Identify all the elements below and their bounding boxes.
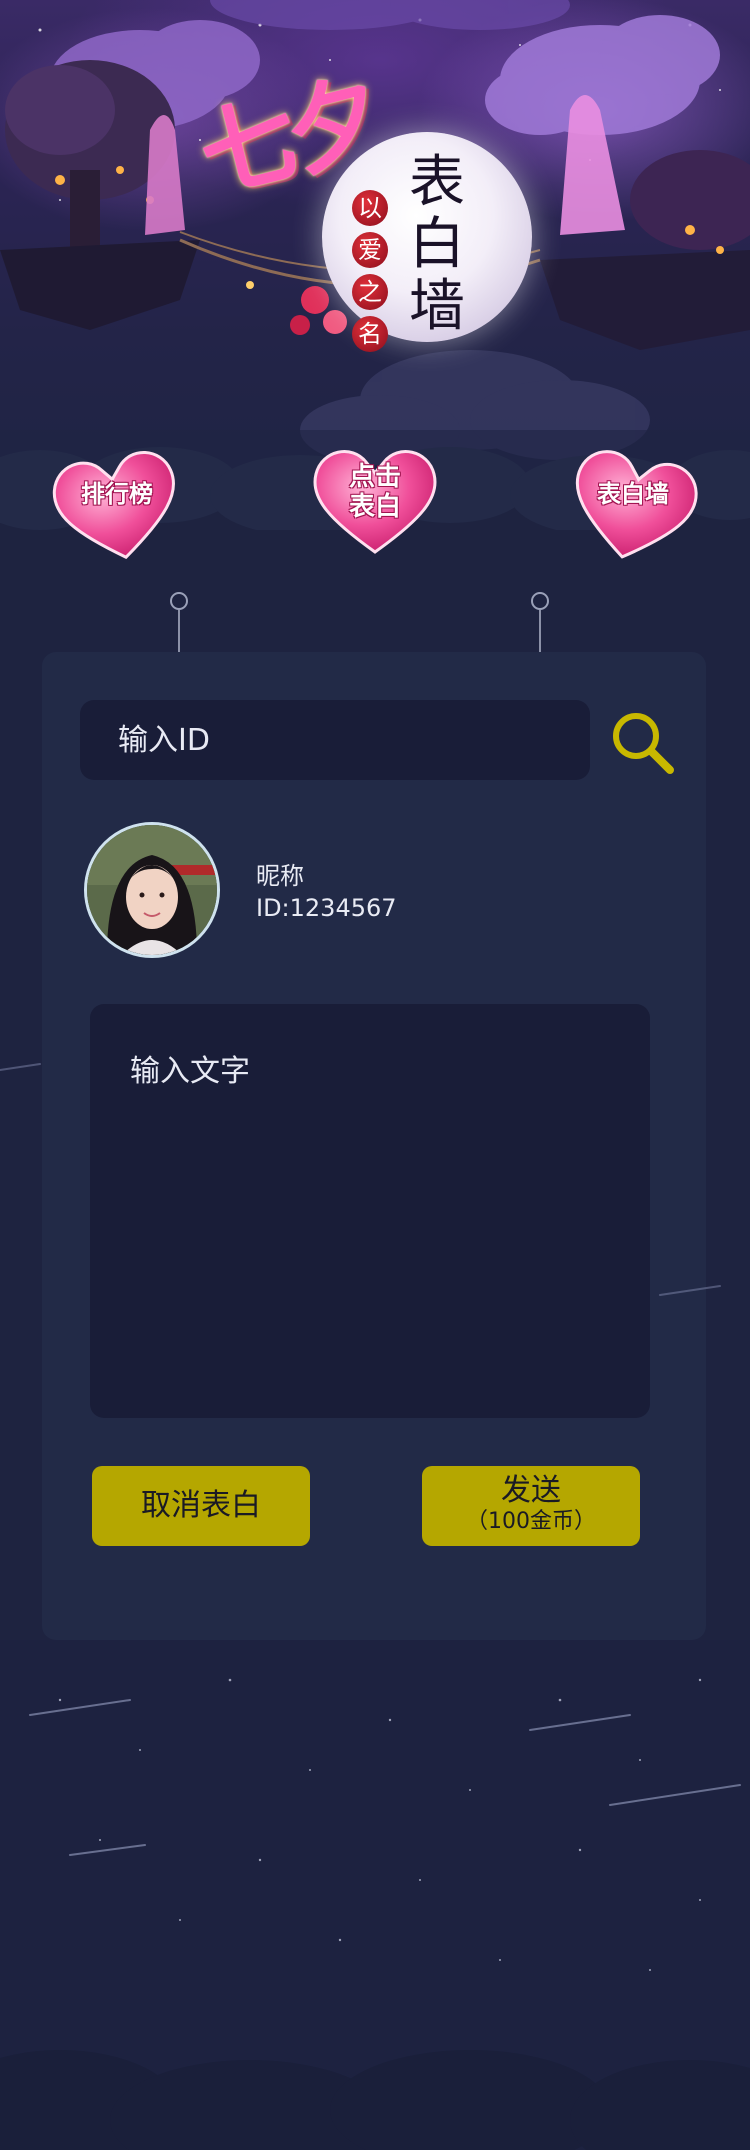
- send-cost-label: （100金币）: [466, 1509, 596, 1534]
- heart-icon: [313, 450, 437, 554]
- wall-heart-button[interactable]: 表白墙: [568, 446, 698, 566]
- user-id-text: ID:1234567: [256, 894, 397, 922]
- tagline-char: 爱: [352, 232, 388, 268]
- id-search-input[interactable]: [80, 700, 590, 780]
- send-button[interactable]: 发送 （100金币）: [422, 1466, 640, 1546]
- message-textarea[interactable]: [90, 1004, 650, 1418]
- title-wall-char: 表: [409, 150, 465, 215]
- banner-title-wall: 表 白 墙: [402, 152, 472, 338]
- nickname-text: 昵称: [256, 862, 304, 890]
- avatar-photo: [87, 825, 217, 955]
- cancel-confession-button[interactable]: 取消表白: [92, 1466, 310, 1546]
- hang-ring: [170, 592, 188, 610]
- hang-ring: [531, 592, 549, 610]
- banner-title: 七夕 以 爱 之 名 表 白 墙: [189, 61, 540, 370]
- bottom-starfield: [0, 1640, 750, 2150]
- avatar: [84, 822, 220, 958]
- confession-card: 昵称 ID:1234567 取消表白 发送 （100金币）: [42, 652, 706, 1640]
- tagline-char: 以: [352, 190, 388, 226]
- heart-icon: [575, 450, 698, 559]
- hero-banner: 七夕 以 爱 之 名 表 白 墙: [0, 0, 750, 480]
- title-wall-char: 墙: [409, 274, 465, 339]
- tagline-char: 名: [352, 316, 388, 352]
- search-button[interactable]: [608, 708, 678, 778]
- heart-icon: [52, 451, 176, 560]
- title-wall-char: 白: [409, 212, 465, 277]
- search-icon: [613, 713, 674, 774]
- send-label: 发送: [501, 1473, 561, 1508]
- tagline-char: 之: [352, 274, 388, 310]
- banner-tagline: 以 爱 之 名: [352, 190, 390, 352]
- ranking-heart-button[interactable]: 排行榜: [52, 446, 182, 566]
- confess-heart-button[interactable]: 点击 表白: [310, 440, 440, 560]
